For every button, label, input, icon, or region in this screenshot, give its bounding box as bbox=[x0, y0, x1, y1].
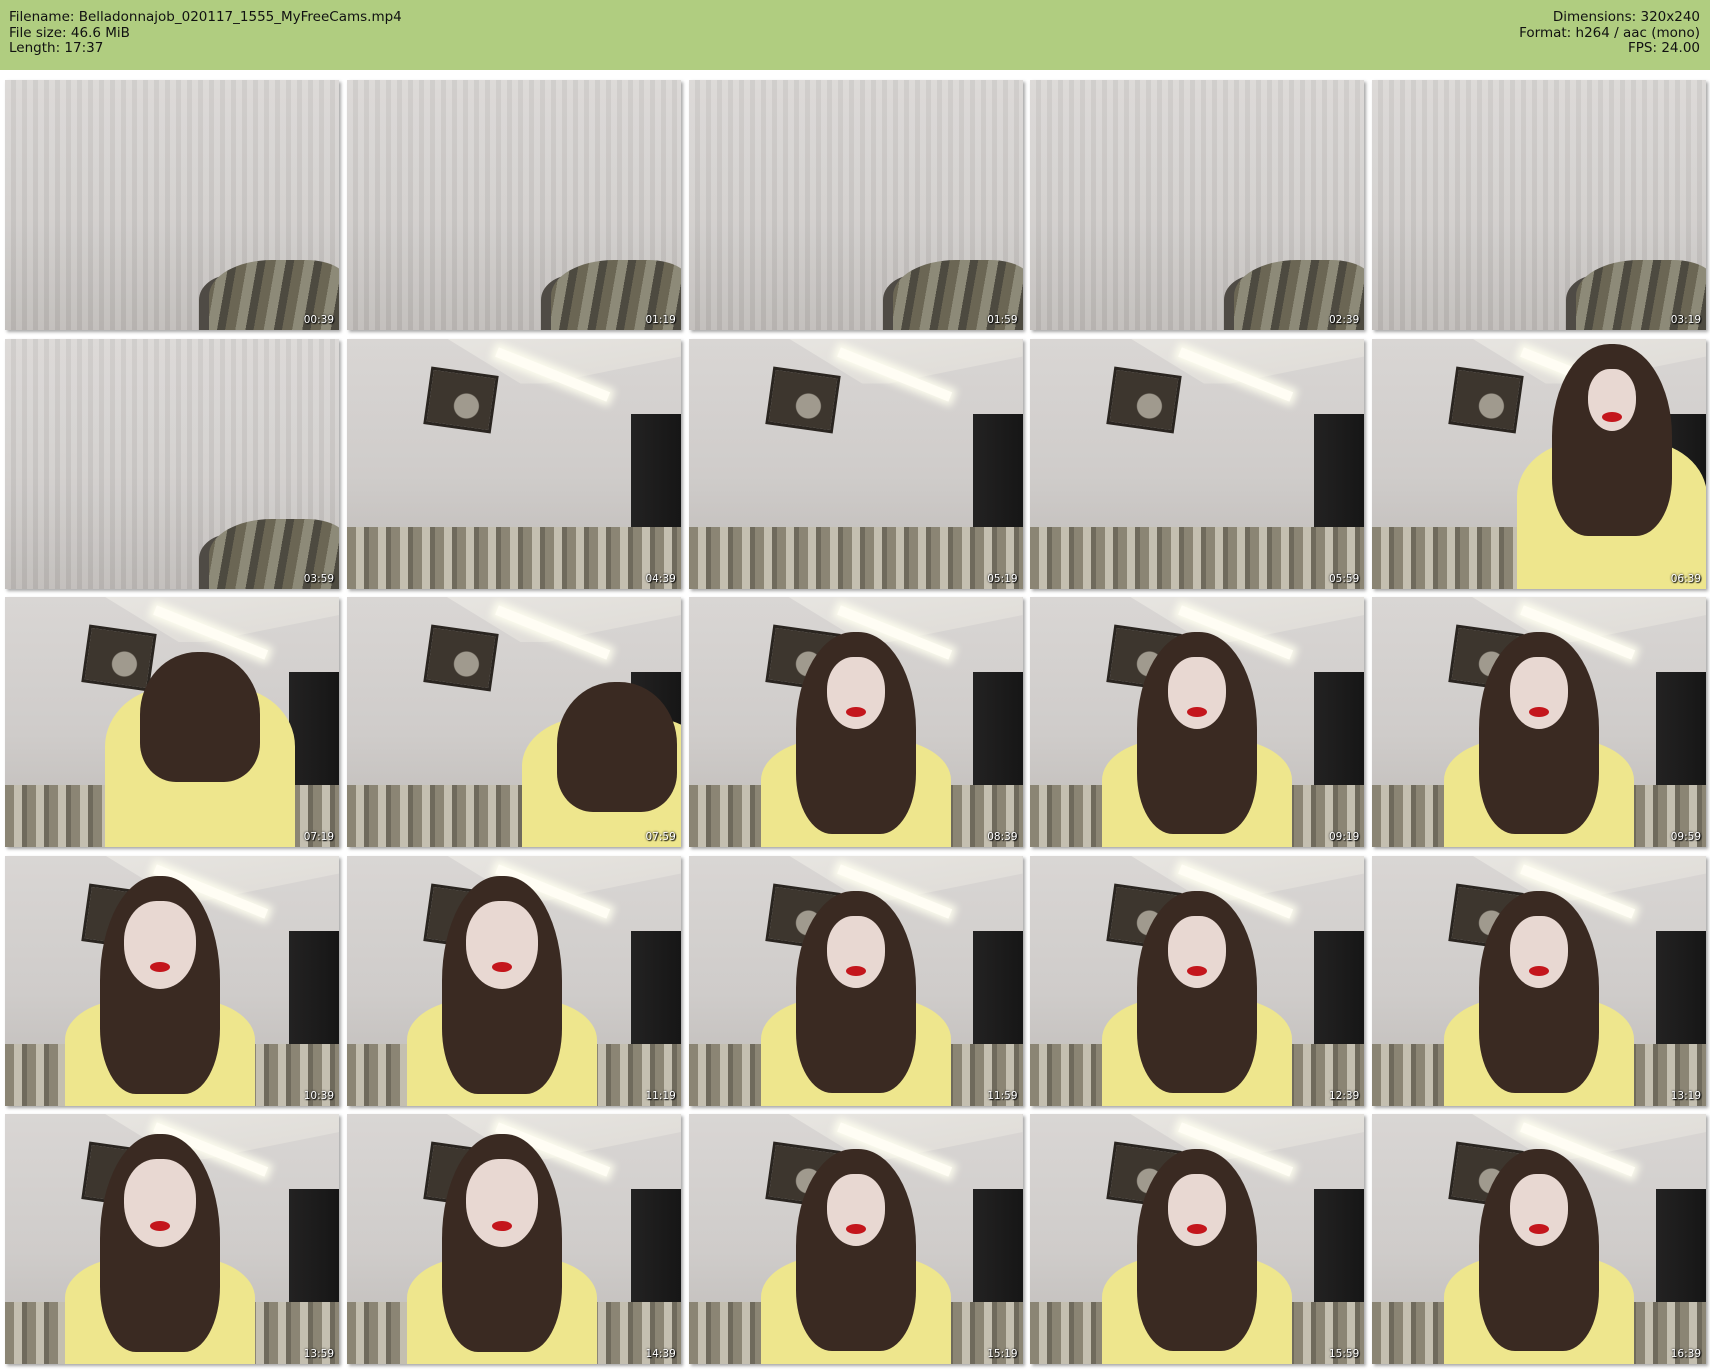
timestamp-label: 13:19 bbox=[1670, 1089, 1701, 1102]
face bbox=[826, 915, 885, 988]
lips bbox=[491, 1220, 512, 1231]
video-thumbnail: 05:19 bbox=[688, 338, 1023, 589]
timestamp-label: 05:19 bbox=[987, 572, 1018, 585]
striped-sofa bbox=[688, 526, 1023, 589]
face bbox=[1510, 1174, 1568, 1246]
timestamp-label: 03:59 bbox=[303, 572, 334, 585]
face bbox=[124, 900, 196, 989]
thumbnail-grid: 00:39 01:19 01:59 02:39 03:19 03:59 04:39 05:19… bbox=[5, 80, 1706, 1364]
hair bbox=[556, 682, 677, 812]
video-thumbnail: 03:59 bbox=[5, 338, 339, 589]
dimensions-text: Dimensions: 320x240 bbox=[1552, 9, 1700, 25]
lips bbox=[491, 962, 512, 973]
timestamp-label: 11:19 bbox=[645, 1089, 676, 1102]
wall-picture bbox=[764, 366, 841, 433]
timestamp-label: 06:39 bbox=[1670, 572, 1701, 585]
timestamp-label: 15:59 bbox=[1328, 1348, 1360, 1360]
face bbox=[1510, 657, 1568, 729]
timestamp-label: 05:59 bbox=[1328, 572, 1360, 585]
timestamp-label: 01:19 bbox=[645, 314, 676, 326]
face bbox=[465, 900, 538, 989]
face bbox=[1168, 1174, 1227, 1246]
timestamp-label: 15:19 bbox=[987, 1348, 1018, 1360]
lips bbox=[150, 1220, 170, 1231]
striped-sofa bbox=[346, 526, 681, 589]
video-thumbnail: 16:39 bbox=[1372, 1114, 1706, 1364]
video-thumbnail: 02:39 bbox=[1030, 80, 1365, 330]
face bbox=[1510, 915, 1568, 988]
video-thumbnail: 04:39 bbox=[346, 338, 681, 589]
timestamp-label: 00:39 bbox=[303, 314, 334, 326]
timestamp-label: 09:59 bbox=[1670, 831, 1701, 843]
video-thumbnail: 09:19 bbox=[1030, 597, 1365, 847]
video-thumbnail: 15:59 bbox=[1030, 1114, 1365, 1364]
face bbox=[124, 1159, 196, 1247]
filesize-text: File size: 46.6 MiB bbox=[9, 24, 130, 41]
video-thumbnail: 05:59 bbox=[1030, 338, 1365, 589]
face bbox=[1168, 657, 1227, 729]
wall-picture bbox=[1106, 366, 1182, 433]
face bbox=[826, 1174, 885, 1246]
video-thumbnail: 14:39 bbox=[346, 1114, 681, 1364]
timestamp-label: 07:19 bbox=[303, 831, 334, 843]
video-thumbnail: 01:59 bbox=[688, 80, 1023, 330]
timestamp-label: 04:39 bbox=[645, 572, 676, 585]
video-thumbnail: 00:39 bbox=[5, 80, 339, 330]
video-thumbnail: 07:59 bbox=[346, 597, 681, 847]
video-thumbnail: 11:59 bbox=[688, 855, 1023, 1106]
timestamp-label: 11:59 bbox=[987, 1089, 1018, 1102]
video-thumbnail: 15:19 bbox=[688, 1114, 1023, 1364]
timestamp-label: 14:39 bbox=[645, 1348, 676, 1360]
video-thumbnail: 01:19 bbox=[346, 80, 681, 330]
video-thumbnail: 08:39 bbox=[688, 597, 1023, 847]
timestamp-label: 07:59 bbox=[645, 831, 676, 843]
face bbox=[826, 657, 885, 729]
timestamp-label: 12:39 bbox=[1328, 1089, 1360, 1102]
wall-picture bbox=[81, 624, 157, 692]
length-text: Length: 17:37 bbox=[9, 40, 104, 56]
video-thumbnail: 03:19 bbox=[1372, 80, 1706, 330]
lips bbox=[1602, 411, 1622, 422]
lips bbox=[845, 965, 866, 976]
video-thumbnail: 13:59 bbox=[5, 1114, 339, 1364]
timestamp-label: 01:59 bbox=[987, 314, 1018, 326]
wall-picture bbox=[423, 366, 499, 433]
video-thumbnail: 10:39 bbox=[5, 855, 339, 1106]
face bbox=[1168, 915, 1227, 988]
timestamp-label: 09:19 bbox=[1328, 831, 1360, 843]
video-thumbnail: 07:19 bbox=[5, 597, 339, 847]
video-thumbnail: 13:19 bbox=[1372, 855, 1706, 1106]
media-info: Dimensions: 320x240 Format: h264 / aac (… bbox=[1519, 9, 1700, 57]
wall-picture bbox=[423, 624, 499, 692]
format-text: Format: h264 / aac (mono) bbox=[1519, 24, 1700, 41]
timestamp-label: 08:39 bbox=[987, 831, 1018, 843]
wall-picture bbox=[1448, 366, 1524, 433]
timestamp-label: 13:59 bbox=[303, 1348, 334, 1360]
timestamp-label: 10:39 bbox=[303, 1089, 334, 1102]
info-header: Filename: Belladonnajob_020117_1555_MyFr… bbox=[0, 0, 1710, 70]
video-thumbnail: 06:39 bbox=[1372, 338, 1706, 589]
face bbox=[465, 1159, 538, 1247]
video-thumbnail: 09:59 bbox=[1372, 597, 1706, 847]
filename-text: Filename: Belladonnajob_020117_1555_MyFr… bbox=[9, 9, 402, 25]
fps-text: FPS: 24.00 bbox=[1628, 40, 1700, 56]
lips bbox=[1187, 965, 1208, 976]
striped-sofa bbox=[1030, 526, 1365, 589]
lips bbox=[1529, 965, 1549, 976]
video-thumbnail: 12:39 bbox=[1030, 855, 1365, 1106]
video-thumbnail: 11:19 bbox=[346, 855, 681, 1106]
timestamp-label: 03:19 bbox=[1670, 314, 1701, 326]
timestamp-label: 02:39 bbox=[1328, 314, 1360, 326]
timestamp-label: 16:39 bbox=[1670, 1348, 1701, 1360]
hair bbox=[140, 652, 260, 782]
file-info: Filename: Belladonnajob_020117_1555_MyFr… bbox=[9, 9, 402, 57]
